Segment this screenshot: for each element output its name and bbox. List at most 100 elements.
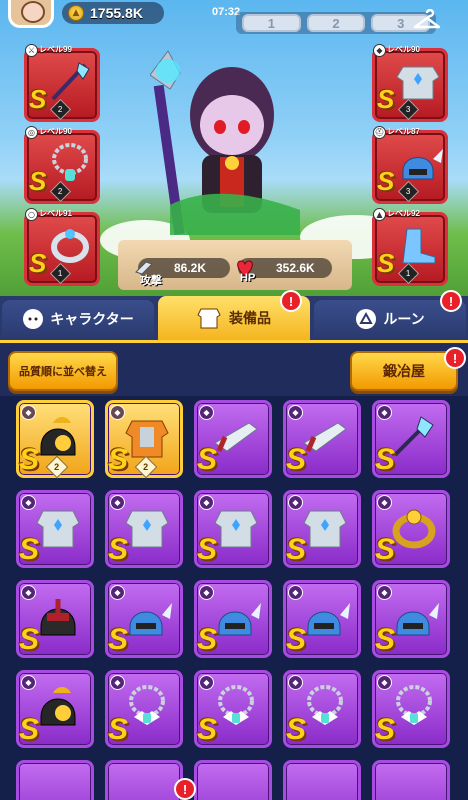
necklace-icon — [396, 685, 432, 725]
sort-by-quality-button[interactable]: 品質順に並べ替え — [8, 351, 118, 391]
level-label: レベル91 — [39, 209, 72, 218]
armor-icon — [396, 66, 440, 100]
equipped-boots-slot[interactable]: ▲ レベル92 S 1 — [372, 208, 448, 286]
blacksmith-button[interactable]: 鍛冶屋 — [350, 351, 458, 391]
helmet-winged-icon — [129, 603, 172, 636]
inventory-item-weapon[interactable]: ◆ S — [283, 400, 361, 478]
count-value: 3 — [405, 186, 411, 196]
inventory-item-helmet-winged[interactable]: ◆ S — [105, 580, 183, 658]
rank-badge: S — [375, 713, 396, 746]
gold-coin-icon: ▲ — [68, 5, 84, 21]
hp-label: HP — [240, 272, 256, 284]
armor-icon — [303, 510, 347, 548]
inventory-item-weapon-shuriken[interactable]: ◆ S — [372, 400, 450, 478]
main-tabs: キャラクター 装備品 ! ルーン ! — [0, 290, 468, 340]
armor-icon — [214, 510, 258, 548]
inventory-item-helmet-gold[interactable]: ◆ S 2 — [16, 400, 94, 479]
level-label: レベル90 — [387, 45, 420, 54]
equipped-necklace-slot[interactable]: ◎ レベル90 S 2 — [24, 126, 100, 204]
inventory-item-helmet-gold[interactable]: ◆ S — [16, 670, 94, 748]
hero-scene: ▲ 1755.8K 07:32 1 2 3 攻撃 86.2K HP 352.6K — [0, 0, 468, 300]
inventory-item-helmet-winged[interactable]: ◆ S — [194, 580, 272, 658]
count-value: 2 — [54, 461, 60, 472]
level-label: レベル99 — [39, 45, 72, 54]
rune-alert-badge: ! — [440, 290, 462, 312]
inventory-item-weapon[interactable]: ◆ S — [194, 400, 272, 478]
rank-badge: S — [108, 443, 129, 476]
helmet-icon — [402, 149, 443, 180]
inventory-item-armor[interactable]: ◆ S — [194, 490, 272, 568]
hero-character[interactable] — [149, 45, 315, 245]
rune-icon — [356, 309, 377, 329]
rank-badge: S — [29, 248, 47, 278]
armor-type-icon: ◆ — [373, 44, 386, 57]
count-value: 2 — [57, 104, 63, 114]
rank-badge: S — [375, 443, 396, 476]
armor-icon — [125, 510, 169, 548]
level-label: レベル92 — [387, 209, 420, 218]
equipped-helmet-slot[interactable]: ⛑ レベル87 S 3 — [372, 126, 448, 204]
attack-label: 攻撃 — [140, 275, 162, 287]
character-face-icon — [23, 309, 44, 329]
equipped-armor-slot[interactable]: ◆ レベル90 S 3 — [372, 44, 448, 122]
rank-badge: S — [286, 443, 307, 476]
rank-badge: S — [108, 623, 129, 656]
equipped-ring-slot[interactable]: ○ レベル91 S 1 — [24, 208, 100, 286]
ring-icon — [51, 229, 89, 263]
ring-gold-icon — [392, 509, 436, 549]
helmet-winged-icon — [396, 603, 439, 636]
inventory-item-armor[interactable]: ◆ S — [16, 490, 94, 568]
level-label: レベル90 — [39, 127, 72, 136]
rank-badge: S — [286, 713, 307, 746]
rank-badge: S — [377, 248, 395, 278]
tab-character[interactable]: キャラクター — [2, 300, 154, 338]
rank-badge: S — [29, 166, 47, 196]
inventory-item-necklace[interactable]: ◆ S — [283, 670, 361, 748]
rank-badge: S — [197, 533, 218, 566]
inventory-grid: ◆ S 2 ◆ S 2 ◆ S ◆ S ◆ S ◆ S ◆ S ◆ S ◆ S ◆ S ◆ S ◆ S ◆ S ◆ S ◆ S ◆ S ◆ S ◆ S ◆ S… — [0, 396, 468, 800]
gold-counter: ▲ 1755.8K — [62, 2, 164, 24]
loadout-slot-1[interactable]: 1 — [242, 14, 301, 32]
inventory-item-necklace[interactable]: ◆ S — [372, 670, 450, 748]
helmet-red-icon — [40, 599, 76, 636]
armor-orange-icon — [125, 420, 169, 458]
inventory-item-armor[interactable]: ◆ S — [105, 490, 183, 568]
helmet-type-icon: ⛑ — [373, 126, 386, 139]
weapon-icon — [303, 422, 347, 452]
inventory-item-partial[interactable] — [16, 760, 94, 800]
equipment-screen: ▲ 1755.8K 07:32 1 2 3 攻撃 86.2K HP 352.6K — [0, 0, 468, 800]
inventory-item-partial[interactable] — [372, 760, 450, 800]
rank-badge: S — [375, 533, 396, 566]
inventory-item-armor-orange[interactable]: ◆ S 2 — [105, 400, 183, 479]
loadout-slot-2[interactable]: 2 — [306, 14, 366, 32]
rank-badge: S — [377, 166, 395, 196]
rank-badge: S — [375, 623, 396, 656]
inventory-item-armor[interactable]: ◆ S — [283, 490, 361, 568]
inventory-item-partial[interactable] — [283, 760, 361, 800]
hp-stat: HP 352.6K — [237, 258, 332, 284]
weapon-type-icon: ⚔ — [25, 44, 38, 57]
rank-badge: S — [19, 713, 40, 746]
rank-badge: S — [197, 623, 218, 656]
inventory-item-partial[interactable] — [105, 760, 183, 800]
count-value: 1 — [57, 268, 63, 278]
loadout-slots: 1 2 3 — [236, 12, 436, 34]
inventory-item-necklace[interactable]: ◆ S — [105, 670, 183, 748]
armor-tab-icon — [197, 308, 221, 329]
equipped-weapon-slot[interactable]: ⚔ レベル99 S 2 — [24, 44, 100, 122]
armor-icon — [36, 510, 80, 548]
inventory-item-helmet-winged[interactable]: ◆ S — [372, 580, 450, 658]
wardrobe-hanger-icon[interactable] — [410, 6, 444, 36]
boots-type-icon: ▲ — [373, 208, 386, 221]
inventory-item-partial[interactable] — [194, 760, 272, 800]
helmet-gold-icon — [40, 687, 76, 726]
action-strip: 品質順に並べ替え 鍛冶屋 ! — [0, 340, 468, 396]
inventory-item-helmet-red[interactable]: ◆ S — [16, 580, 94, 658]
inventory-item-necklace[interactable]: ◆ S — [194, 670, 272, 748]
necklace-icon — [52, 143, 88, 181]
count-value: 2 — [57, 186, 63, 196]
player-avatar[interactable] — [8, 0, 54, 28]
inventory-item-ring-gold[interactable]: ◆ S — [372, 490, 450, 568]
inventory-item-helmet-winged[interactable]: ◆ S — [283, 580, 361, 658]
ring-type-icon: ○ — [25, 208, 38, 221]
